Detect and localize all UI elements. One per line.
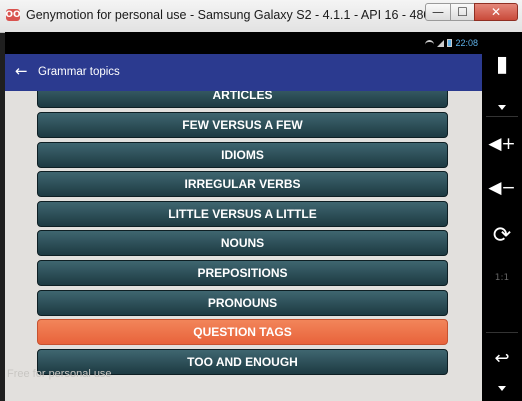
topic-button-articles[interactable]: ARTICLES	[37, 91, 448, 108]
volume-up-icon[interactable]: ◀+	[482, 130, 522, 158]
scale-1-1-icon[interactable]: 1:1	[482, 264, 522, 292]
topic-button-little-versus-a-little[interactable]: LITTLE VERSUS A LITTLE	[37, 201, 448, 227]
toolbar-divider	[486, 332, 518, 333]
watermark-text: Free for personal use	[7, 368, 112, 380]
wifi-icon	[425, 39, 435, 47]
device-screen: 22:08 ← Grammar topics ARTICLES FEW VERS…	[5, 32, 482, 401]
window-title-bar: OO Genymotion for personal use - Samsung…	[0, 0, 522, 33]
topic-button-prepositions[interactable]: PREPOSITIONS	[37, 260, 448, 286]
back-arrow-icon[interactable]: ←	[15, 63, 28, 80]
minimize-button[interactable]: —	[425, 3, 451, 21]
android-status-bar: 22:08	[5, 32, 482, 54]
topic-button-nouns[interactable]: NOUNS	[37, 230, 448, 256]
volume-down-icon[interactable]: ◀−	[482, 174, 522, 202]
app-bar: ← Grammar topics	[5, 54, 482, 91]
topic-button-question-tags[interactable]: QUESTION TAGS	[37, 319, 448, 345]
collapse-arrow-icon[interactable]	[498, 386, 506, 391]
topic-button-idioms[interactable]: IDIOMS	[37, 142, 448, 168]
expand-arrow-icon[interactable]	[498, 105, 506, 110]
toolbar-divider	[486, 116, 518, 117]
topic-button-pronouns[interactable]: PRONOUNS	[37, 290, 448, 316]
page-title: Grammar topics	[38, 66, 120, 78]
battery-status-icon	[447, 39, 453, 47]
android-back-icon[interactable]: ↩	[482, 344, 522, 372]
emulator-toolbar: ▮ ◀+ ◀− ⟳ 1:1 ↩	[482, 32, 522, 401]
battery-icon[interactable]: ▮	[482, 46, 522, 82]
topic-button-few-versus-a-few[interactable]: FEW VERSUS A FEW	[37, 112, 448, 138]
status-clock: 22:08	[455, 38, 478, 48]
topic-button-irregular-verbs[interactable]: IRREGULAR VERBS	[37, 171, 448, 197]
rotate-screen-icon[interactable]: ⟳	[482, 220, 522, 250]
topic-list[interactable]: ARTICLES FEW VERSUS A FEW IDIOMS IRREGUL…	[5, 91, 482, 401]
maximize-button[interactable]: ☐	[450, 3, 475, 21]
window-title: Genymotion for personal use - Samsung Ga…	[26, 8, 426, 22]
close-button[interactable]: ✕	[474, 3, 518, 21]
signal-icon	[437, 39, 445, 47]
genymotion-logo-icon: OO	[5, 9, 21, 21]
